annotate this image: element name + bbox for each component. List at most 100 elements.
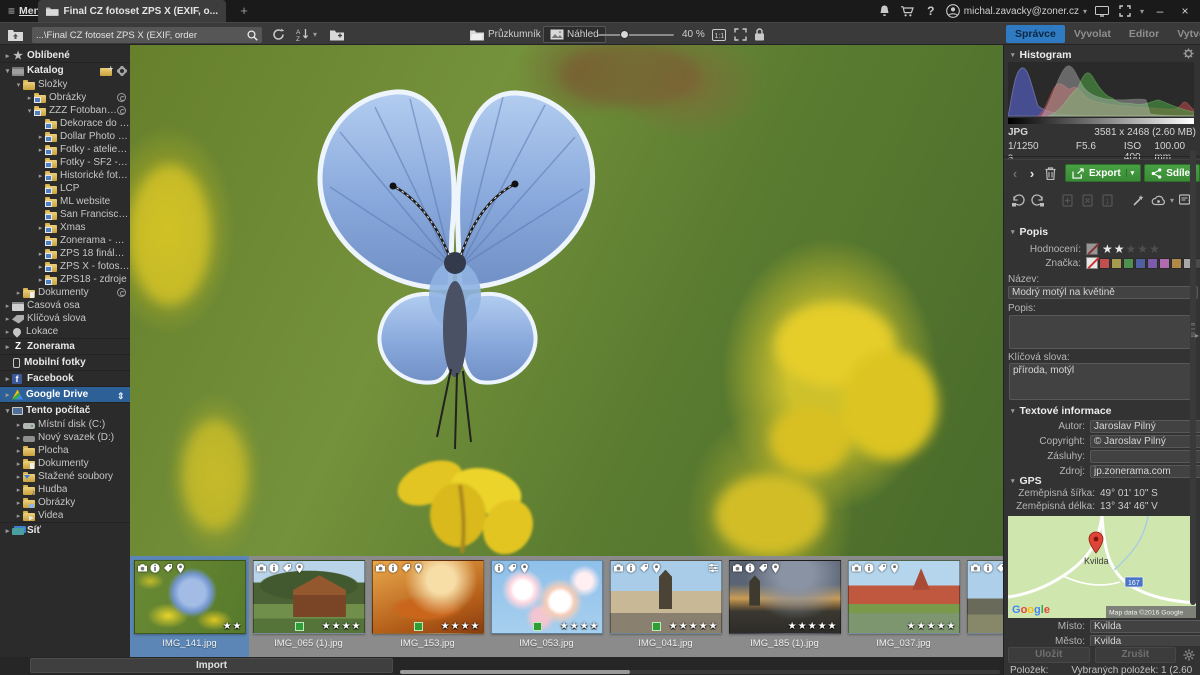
name-input[interactable] bbox=[1008, 286, 1198, 299]
expand-arrow-icon[interactable]: ▸ bbox=[36, 146, 45, 154]
rating-star-icon[interactable]: ★ bbox=[1137, 242, 1149, 256]
export-button[interactable]: Export ▾ bbox=[1065, 164, 1141, 182]
expand-arrow-icon[interactable]: ▸ bbox=[3, 52, 12, 60]
cancel-button[interactable]: Zrušit bbox=[1095, 647, 1177, 663]
expand-arrow-icon[interactable]: ▸ bbox=[3, 302, 12, 310]
no-rating-icon[interactable] bbox=[1086, 243, 1098, 255]
lock-zoom-button[interactable] bbox=[754, 26, 765, 43]
cloud-preset-icon[interactable] bbox=[1150, 193, 1166, 207]
expand-arrow-icon[interactable]: ▸ bbox=[14, 486, 23, 494]
sidebar-item-zonerama[interactable]: ▸ZZonerama bbox=[0, 338, 130, 354]
gps-field-m-sto[interactable] bbox=[1090, 620, 1200, 633]
expand-arrow-icon[interactable]: ▸ bbox=[3, 391, 12, 399]
sidebar-item-lokace[interactable]: ▸Lokace bbox=[0, 325, 130, 338]
magic-wand-icon[interactable] bbox=[1130, 193, 1146, 207]
filmstrip-thumbnail[interactable]: ★★★★★IMG_041.jpg bbox=[606, 556, 725, 657]
filmstrip-scrollbar[interactable] bbox=[400, 670, 1000, 674]
expand-arrow-icon[interactable]: ▸ bbox=[36, 172, 45, 180]
preview-mode-button[interactable]: Náhled bbox=[543, 26, 606, 43]
sidebar-item-s[interactable]: ▸Síť bbox=[0, 522, 130, 538]
expand-arrow-icon[interactable]: ▸ bbox=[14, 447, 23, 455]
sidebar-item-xmas[interactable]: ▸Xmas bbox=[0, 221, 130, 234]
sidebar-item-videa[interactable]: ▸Videa bbox=[0, 509, 130, 522]
module-tab-editor[interactable]: Editor bbox=[1120, 25, 1168, 43]
filmstrip-thumbnail[interactable]: ★★★★★IMG_037.jpg bbox=[844, 556, 963, 657]
sidebar-item-zps-18-fin-ln-fo[interactable]: ▸ZPS 18 finální fo... bbox=[0, 247, 130, 260]
sidebar-item-zps-x-fotosety[interactable]: ▸ZPS X - fotosety bbox=[0, 260, 130, 273]
new-folder-button[interactable] bbox=[330, 26, 345, 43]
expand-arrow-icon[interactable]: ▸ bbox=[14, 499, 23, 507]
sidebar-item-mobiln-fotky[interactable]: Mobilní fotky bbox=[0, 354, 130, 370]
sidebar-item-lcp[interactable]: LCP bbox=[0, 182, 130, 195]
keywords-textarea[interactable]: příroda, motýl bbox=[1009, 363, 1193, 400]
expand-arrow-icon[interactable]: ▸ bbox=[3, 343, 12, 351]
rotate-right-icon[interactable] bbox=[1030, 193, 1046, 207]
sidebar-item-hudba[interactable]: ▸Hudba bbox=[0, 483, 130, 496]
sidebar-item-dollar-photo-club[interactable]: ▸Dollar Photo Club bbox=[0, 130, 130, 143]
expand-arrow-icon[interactable]: ▸ bbox=[36, 276, 45, 284]
sidebar-item-asov-osa[interactable]: ▸Časová osa bbox=[0, 299, 130, 312]
sidebar-item-ml-website[interactable]: ML website bbox=[0, 195, 130, 208]
folder-plus-icon[interactable] bbox=[100, 68, 112, 76]
sync-icon[interactable] bbox=[117, 106, 126, 115]
expand-arrow-icon[interactable]: ▸ bbox=[14, 434, 23, 442]
filmstrip-thumbnail[interactable]: ★★★★IMG_053.jpg bbox=[487, 556, 606, 657]
rating-star-icon[interactable]: ★ bbox=[1102, 242, 1114, 256]
sidebar-item-zzz-fotobanka[interactable]: ▾ZZZ Fotobanka bbox=[0, 104, 130, 117]
histogram-settings-gear-icon[interactable] bbox=[1183, 48, 1194, 62]
fullscreen-chevron-icon[interactable]: ▾ bbox=[1140, 7, 1144, 16]
thumbnail-stars[interactable]: ★★★★ bbox=[322, 621, 362, 632]
zoom-slider-thumb[interactable] bbox=[620, 30, 629, 39]
sidebar-item-obl-ben[interactable]: ▸★Oblíbené bbox=[0, 49, 130, 62]
text-info-section-header[interactable]: ▾ Textové informace bbox=[1004, 403, 1200, 418]
browser-mode-button[interactable]: Průzkumník ▾ bbox=[470, 26, 548, 43]
module-tab-vytvo-it[interactable]: Vytvořit bbox=[1168, 25, 1200, 43]
tune-icon[interactable] bbox=[708, 563, 719, 573]
thumbnail-stars[interactable]: ★★★★ bbox=[441, 621, 481, 632]
filmstrip-thumbnail[interactable]: ★★★★IMG_065 (1).jpg bbox=[249, 556, 368, 657]
search-icon[interactable] bbox=[247, 30, 258, 41]
sidebar-item-m-stn-disk-c[interactable]: ▸Místní disk (C:) bbox=[0, 418, 130, 431]
mark-color-swatch[interactable] bbox=[1159, 258, 1170, 269]
expand-arrow-icon[interactable]: ▸ bbox=[25, 94, 34, 102]
fullscreen-icon[interactable] bbox=[1117, 3, 1133, 19]
expand-arrow-icon[interactable]: ▸ bbox=[36, 250, 45, 258]
expand-arrow-icon[interactable]: ▸ bbox=[14, 421, 23, 429]
document-tab[interactable]: Final CZ fotoset ZPS X (EXIF, o... bbox=[38, 0, 226, 22]
filmstrip-thumbnail[interactable]: ★★★★IMG_153.jpg bbox=[368, 556, 487, 657]
sidebar-item-facebook[interactable]: ▸Facebook bbox=[0, 370, 130, 386]
filmstrip-thumbnail[interactable]: ★★★★★IMG_185 (1).jpg bbox=[725, 556, 844, 657]
filmstrip-scrollbar-thumb[interactable] bbox=[400, 670, 630, 674]
user-account-menu[interactable]: michal.zavacky@zoner.cz ▾ bbox=[946, 4, 1087, 18]
expand-arrow-icon[interactable]: ▾ bbox=[3, 67, 12, 75]
module-tab-spr-vce[interactable]: Správce bbox=[1006, 25, 1065, 43]
sort-icon[interactable] bbox=[117, 391, 126, 400]
sidebar-item-tento-po-ta[interactable]: ▾Tento počítač bbox=[0, 402, 130, 418]
rating-star-icon[interactable]: ★ bbox=[1149, 242, 1161, 256]
sidebar-item-zps18-zdroje[interactable]: ▸ZPS18 - zdroje bbox=[0, 273, 130, 286]
mark-color-swatch[interactable] bbox=[1111, 258, 1122, 269]
expand-arrow-icon[interactable]: ▸ bbox=[14, 460, 23, 468]
second-display-icon[interactable] bbox=[1094, 3, 1110, 19]
expand-arrow-icon[interactable]: ▸ bbox=[36, 263, 45, 271]
save-button[interactable]: Uložit bbox=[1008, 647, 1090, 663]
minimize-button[interactable]: – bbox=[1151, 3, 1169, 19]
zoom-100-button[interactable]: 1:1 bbox=[712, 26, 726, 43]
preset-chevron-icon[interactable]: ▾ bbox=[1170, 196, 1174, 205]
rotate-left-icon[interactable] bbox=[1010, 193, 1026, 207]
expand-arrow-icon[interactable]: ▸ bbox=[14, 289, 23, 297]
sidebar-item-slo-ky[interactable]: ▾Složky bbox=[0, 78, 130, 91]
export-chevron-icon[interactable]: ▾ bbox=[1126, 169, 1135, 177]
expand-arrow-icon[interactable]: ▸ bbox=[3, 315, 12, 323]
panel-separator[interactable] bbox=[1004, 156, 1200, 160]
folder-up-button[interactable] bbox=[8, 26, 23, 43]
description-section-header[interactable]: ▾ Popis bbox=[1004, 224, 1200, 239]
mark-color-swatch[interactable] bbox=[1171, 258, 1182, 269]
new-tab-button[interactable]: + bbox=[236, 3, 252, 19]
mark-color-swatch[interactable] bbox=[1123, 258, 1134, 269]
sidebar-item-historick-foto[interactable]: ▸Historické foto ... bbox=[0, 169, 130, 182]
rating-star-icon[interactable]: ★ bbox=[1126, 242, 1138, 256]
zoom-slider[interactable] bbox=[598, 34, 674, 36]
thumbnail-stars[interactable]: ★★★★★ bbox=[907, 621, 957, 632]
expand-arrow-icon[interactable]: ▾ bbox=[3, 407, 12, 415]
